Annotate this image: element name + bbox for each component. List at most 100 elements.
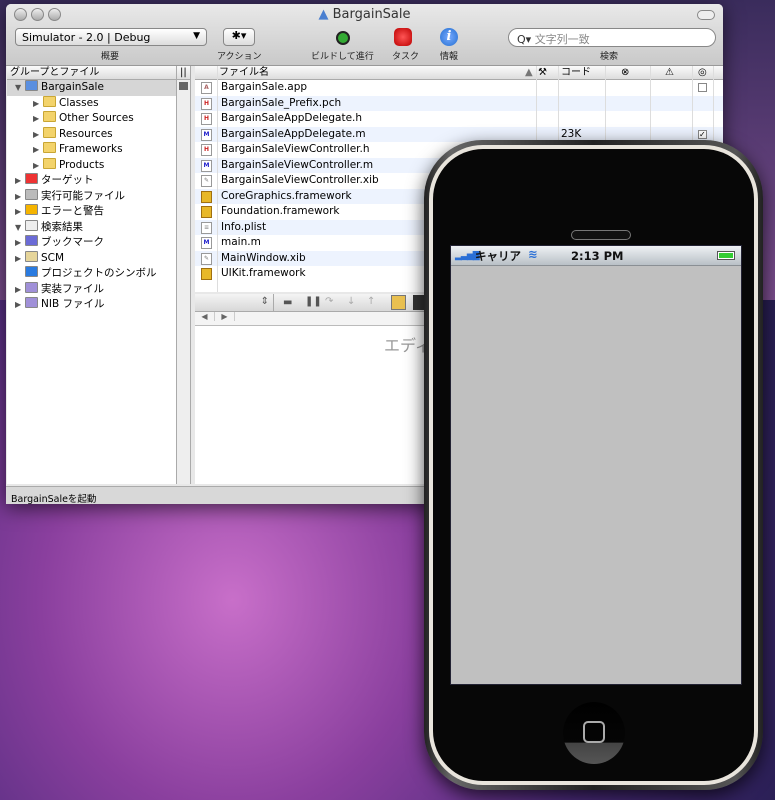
- step-over-icon[interactable]: ↷: [325, 296, 333, 307]
- disclosure-collapsed-icon[interactable]: ▶: [15, 251, 25, 267]
- search-icon: [25, 219, 38, 231]
- scheme-popup[interactable]: Simulator - 2.0 | Debug ▼: [15, 28, 207, 46]
- sidebar-item-label: Frameworks: [59, 143, 123, 155]
- groups-and-files-sidebar: グループとファイル ▼ BargainSale ▶ Classes ▶ Other Sou…: [7, 66, 177, 484]
- sidebar-item[interactable]: ▶ Frameworks: [7, 142, 176, 158]
- disclosure-collapsed-icon[interactable]: ▶: [15, 282, 25, 298]
- sidebar-item[interactable]: ▶ Other Sources: [7, 111, 176, 127]
- sidebar-item-label: 検索結果: [41, 220, 83, 233]
- sidebar-item[interactable]: ▼ BargainSale: [7, 80, 176, 96]
- column-target-icon[interactable]: ◎: [698, 66, 707, 79]
- sidebar-item[interactable]: ▶ Resources: [7, 126, 176, 143]
- file-name: UIKit.framework: [221, 267, 306, 279]
- sidebar-item-label: ブックマーク: [41, 236, 104, 248]
- sidebar-item-label: Other Sources: [59, 112, 134, 124]
- debugger-icon[interactable]: [391, 295, 406, 310]
- step-out-icon[interactable]: ↑: [367, 296, 375, 307]
- wifi-icon: ≋: [528, 247, 538, 261]
- sidebar-item-label: Classes: [59, 96, 99, 109]
- disclosure-collapsed-icon[interactable]: ▶: [33, 127, 43, 143]
- file-list-header: ファイル名 ▲ ⚒ コード ⊗ ⚠ ◎: [195, 66, 723, 80]
- disclosure-collapsed-icon[interactable]: ▶: [15, 173, 25, 189]
- column-errors-icon[interactable]: ⊗: [621, 66, 629, 79]
- disclosure-expanded-icon[interactable]: ▼: [15, 80, 25, 96]
- xib-file-icon: ✎: [201, 175, 212, 187]
- disclosure-collapsed-icon[interactable]: ▶: [33, 96, 43, 112]
- iphone-screen[interactable]: ▂▃▅▇ キャリア ≋ 2:13 PM: [450, 245, 742, 685]
- file-row[interactable]: H BargainSaleAppDelegate.h: [195, 111, 723, 127]
- forward-arrow-icon[interactable]: ▶: [215, 312, 235, 321]
- bookmark-icon: [25, 235, 38, 246]
- sidebar-splitter[interactable]: ||: [177, 66, 191, 484]
- framework-icon: [201, 206, 212, 218]
- clock: 2:13 PM: [571, 249, 624, 263]
- info-button[interactable]: i: [438, 26, 460, 48]
- action-label: アクション: [217, 52, 262, 62]
- sidebar-item[interactable]: ▶ ブックマーク: [7, 235, 176, 251]
- sidebar-item[interactable]: ▶ 実装ファイル: [7, 281, 176, 298]
- split-view-icon[interactable]: ||: [177, 66, 190, 80]
- file-name: BargainSaleViewController.m: [221, 158, 374, 171]
- stop-icon: [394, 28, 412, 46]
- home-button[interactable]: [563, 702, 625, 764]
- iphone-status-bar: ▂▃▅▇ キャリア ≋ 2:13 PM: [451, 246, 741, 266]
- back-arrow-icon[interactable]: ◀: [195, 312, 215, 321]
- sort-ascending-icon: ▲: [525, 67, 533, 78]
- disclosure-collapsed-icon[interactable]: ▶: [33, 111, 43, 127]
- file-row[interactable]: H BargainSale_Prefix.pch: [195, 95, 723, 111]
- speaker-icon: [571, 230, 631, 240]
- iphone-simulator: ▂▃▅▇ キャリア ≋ 2:13 PM: [424, 140, 763, 790]
- disclosure-collapsed-icon[interactable]: ▶: [33, 158, 43, 174]
- search-label: 検索: [600, 52, 619, 62]
- sidebar-item-label: プロジェクトのシンボル: [41, 267, 157, 279]
- sidebar-item[interactable]: ▶ Classes: [7, 95, 176, 112]
- folder-icon: [43, 126, 56, 138]
- disclosure-collapsed-icon[interactable]: ▶: [15, 189, 25, 205]
- disclosure-collapsed-icon[interactable]: ▶: [15, 297, 25, 313]
- toolbar-toggle-button[interactable]: [697, 10, 715, 20]
- sidebar-item[interactable]: ▶ Products: [7, 157, 176, 174]
- function-popup[interactable]: ⇕: [195, 294, 274, 311]
- column-filename[interactable]: ファイル名: [219, 66, 269, 79]
- sidebar-item[interactable]: ▶ NIB ファイル: [7, 297, 176, 313]
- column-code[interactable]: コード: [561, 66, 591, 79]
- disclosure-expanded-icon[interactable]: ▼: [15, 220, 25, 236]
- file-name: main.m: [221, 236, 261, 248]
- task-button[interactable]: [392, 26, 414, 48]
- sidebar-item[interactable]: ▶ エラーと警告: [7, 204, 176, 220]
- disclosure-collapsed-icon[interactable]: ▶: [33, 142, 43, 158]
- folder-icon: [43, 157, 56, 169]
- window-title: ▲ BargainSale: [318, 7, 411, 22]
- sidebar-item[interactable]: プロジェクトのシンボル: [7, 266, 176, 282]
- breakpoint-icon[interactable]: ▬: [283, 297, 292, 308]
- pause-icon[interactable]: ❚❚: [305, 296, 322, 307]
- file-name: BargainSaleAppDelegate.m: [221, 127, 366, 140]
- column-warnings-icon[interactable]: ⚠: [665, 66, 674, 79]
- sidebar-item[interactable]: ▼ 検索結果: [7, 219, 176, 236]
- target-checkbox[interactable]: [698, 83, 707, 92]
- file-name: BargainSaleViewController.h: [221, 143, 370, 155]
- source-file-icon: M: [201, 159, 212, 172]
- project-icon: [25, 80, 38, 91]
- sidebar-item[interactable]: ▶ ターゲット: [7, 173, 176, 189]
- header-file-icon: H: [201, 144, 212, 156]
- target-checkbox[interactable]: ✓: [698, 129, 707, 139]
- disclosure-collapsed-icon[interactable]: ▶: [15, 204, 25, 220]
- disclosure-collapsed-icon[interactable]: ▶: [15, 235, 25, 251]
- build-and-go-button[interactable]: [331, 26, 353, 48]
- step-into-icon[interactable]: ↓: [347, 296, 355, 307]
- file-name: BargainSaleAppDelegate.h: [221, 112, 363, 124]
- detail-toggle-icon[interactable]: [179, 82, 188, 90]
- column-build-hammer-icon[interactable]: ⚒: [538, 66, 547, 79]
- sidebar-item-label: BargainSale: [41, 81, 104, 93]
- folder-icon: [43, 111, 56, 122]
- file-row[interactable]: A BargainSale.app: [195, 80, 723, 96]
- search-input[interactable]: Q▾ 文字列一致: [508, 28, 716, 47]
- warning-icon: [25, 204, 38, 215]
- scheme-label: 概要: [101, 52, 120, 62]
- sidebar-item[interactable]: ▶ 実行可能ファイル: [7, 188, 176, 205]
- sidebar-item-label: SCM: [41, 251, 65, 264]
- file-name: MainWindow.xib: [221, 251, 306, 264]
- sidebar-item[interactable]: ▶ SCM: [7, 250, 176, 267]
- action-button[interactable]: ✱▾: [223, 28, 255, 46]
